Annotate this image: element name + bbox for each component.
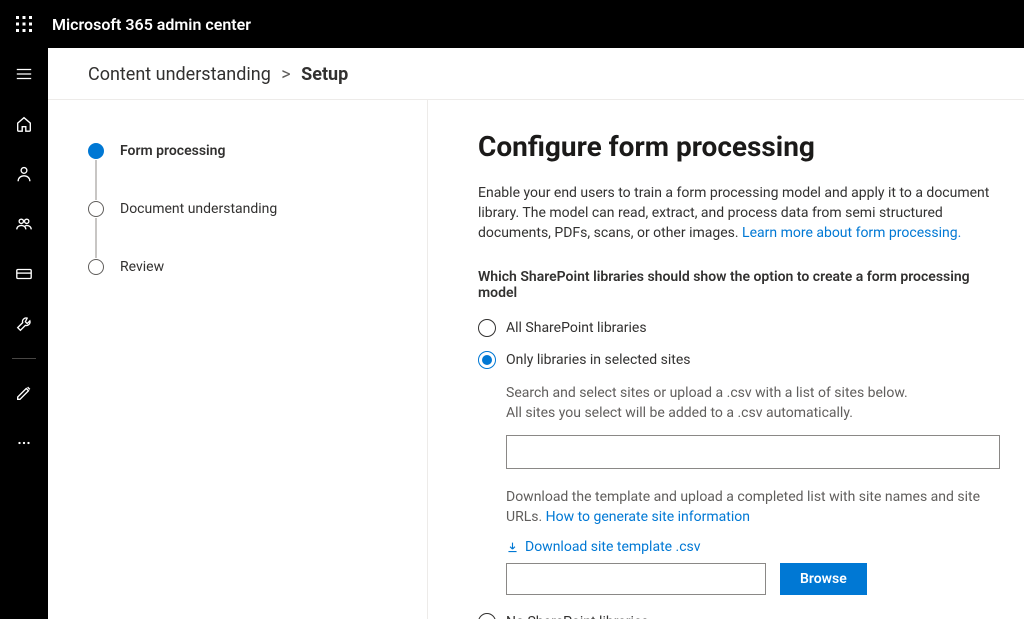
wrench-icon [15,315,33,333]
download-template-link[interactable]: Download site template .csv [506,539,701,555]
step-document-understanding[interactable]: Document understanding [88,200,407,218]
learn-more-link[interactable]: Learn more about form processing. [742,225,961,241]
waffle-icon [16,16,32,32]
breadcrumb-current: Setup [301,64,348,85]
radio-label: Only libraries in selected sites [506,352,691,368]
nav-customize[interactable] [0,377,48,409]
question-label: Which SharePoint libraries should show t… [478,269,994,301]
people-icon [15,215,33,233]
content-region: Form processing Document understanding R… [48,100,1024,619]
step-connector [95,160,97,200]
step-indicator-icon [88,259,104,275]
nav-home[interactable] [0,108,48,140]
panel-description: Enable your end users to train a form pr… [478,183,994,243]
file-upload-row: Browse [506,563,994,595]
download-icon [506,541,519,554]
template-help-text: Download the template and upload a compl… [506,487,994,527]
help-line-1: Search and select sites or upload a .csv… [506,385,908,401]
step-connector [95,218,97,258]
hamburger-icon [15,65,33,83]
step-indicator-icon [88,201,104,217]
help-line-2: All sites you select will be added to a … [506,405,853,421]
selected-sites-subsection: Search and select sites or upload a .csv… [506,383,994,595]
download-template-label: Download site template .csv [525,539,701,555]
radio-no-libraries[interactable]: No SharePoint libraries [478,613,994,619]
card-icon [15,265,33,283]
home-icon [15,115,33,133]
nav-more[interactable] [0,427,48,459]
breadcrumb-separator: > [281,64,290,85]
more-icon [15,434,33,452]
nav-setup[interactable] [0,308,48,340]
config-panel: Configure form processing Enable your en… [428,100,1024,619]
nav-divider [12,358,36,359]
radio-icon [478,319,496,337]
radio-all-libraries[interactable]: All SharePoint libraries [478,319,994,337]
nav-users[interactable] [0,158,48,190]
step-form-processing[interactable]: Form processing [88,142,407,160]
radio-icon [478,613,496,619]
person-icon [15,165,33,183]
how-to-generate-link[interactable]: How to generate site information [546,509,750,525]
step-indicator-icon [88,143,104,159]
step-review[interactable]: Review [88,258,407,276]
nav-groups[interactable] [0,208,48,240]
nav-billing[interactable] [0,258,48,290]
breadcrumb-parent[interactable]: Content understanding [88,64,271,85]
wizard-stepper: Form processing Document understanding R… [48,100,428,619]
panel-heading: Configure form processing [478,130,994,163]
pencil-icon [15,384,33,402]
radio-selected-sites[interactable]: Only libraries in selected sites [478,351,994,369]
breadcrumb: Content understanding > Setup [48,48,1024,100]
app-title: Microsoft 365 admin center [52,15,251,34]
step-label: Review [120,258,164,276]
libraries-radio-group: All SharePoint libraries Only libraries … [478,319,994,619]
step-label: Document understanding [120,200,277,218]
radio-icon [478,351,496,369]
radio-label: No SharePoint libraries [506,614,649,619]
site-search-input[interactable] [506,435,1000,469]
top-bar: Microsoft 365 admin center [0,0,1024,48]
app-launcher-button[interactable] [0,0,48,48]
left-nav-rail [0,48,48,619]
selected-help-text: Search and select sites or upload a .csv… [506,383,994,423]
hamburger-button[interactable] [0,58,48,90]
browse-button[interactable]: Browse [780,563,867,595]
radio-label: All SharePoint libraries [506,320,647,336]
file-path-input[interactable] [506,563,766,595]
main-region: Content understanding > Setup Form proce… [48,48,1024,619]
step-label: Form processing [120,142,225,160]
